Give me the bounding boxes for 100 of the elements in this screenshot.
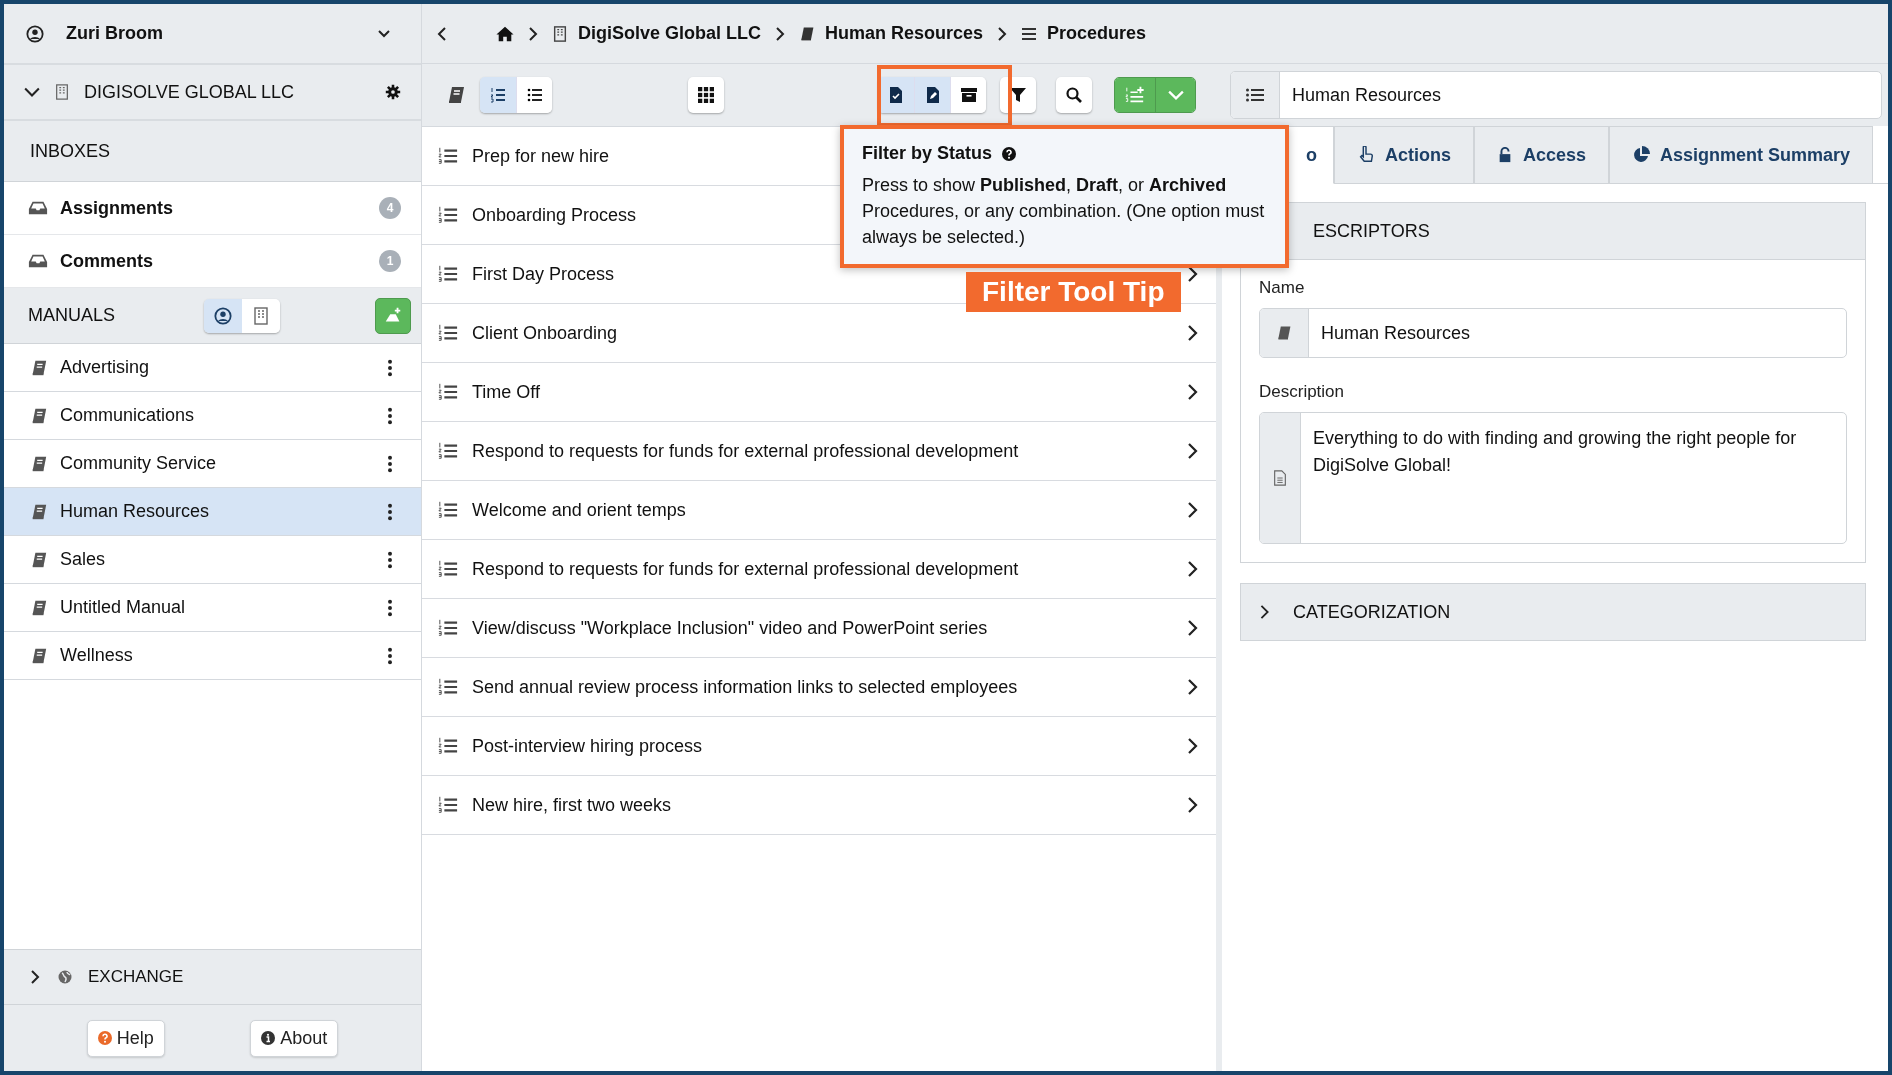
more-icon[interactable] xyxy=(387,406,393,425)
section-title: ESCRIPTORS xyxy=(1313,220,1430,242)
globe-icon xyxy=(58,970,72,984)
help-button[interactable]: Help xyxy=(86,1019,165,1057)
manual-name: Sales xyxy=(60,549,106,570)
manual-name: Community Service xyxy=(60,453,217,474)
exchange-section[interactable]: EXCHANGE xyxy=(4,949,421,1005)
user-icon xyxy=(214,306,233,325)
count-badge: 4 xyxy=(379,197,401,219)
numbered-list-icon xyxy=(438,146,458,166)
title-field[interactable]: Human Resources xyxy=(1230,71,1882,119)
manual-item[interactable]: Untitled Manual xyxy=(4,584,421,632)
manual-item[interactable]: Wellness xyxy=(4,632,421,680)
categorization-section[interactable]: CATEGORIZATION xyxy=(1240,583,1866,641)
add-list-icon xyxy=(1125,85,1145,105)
grid-button[interactable] xyxy=(688,77,724,113)
book-icon xyxy=(30,454,48,473)
numbered-list-icon xyxy=(438,736,458,756)
manual-name: Untitled Manual xyxy=(60,597,186,618)
manual-item[interactable]: Communications xyxy=(4,392,421,440)
description-field[interactable]: Everything to do with finding and growing the right people for DigiSolve Global! xyxy=(1259,412,1847,544)
user-name: Zuri Broom xyxy=(66,23,163,44)
user-icon xyxy=(26,24,44,43)
section-title: INBOXES xyxy=(30,140,111,162)
more-icon[interactable] xyxy=(387,646,393,665)
personal-scope-button[interactable] xyxy=(204,298,243,333)
breadcrumb-link[interactable]: Human Resources xyxy=(799,23,984,44)
manual-item[interactable]: Sales xyxy=(4,536,421,584)
separator-icon xyxy=(773,26,787,41)
home-icon[interactable] xyxy=(496,24,514,43)
section-title: MANUALS xyxy=(28,305,116,326)
manual-name: Human Resources xyxy=(60,501,210,522)
numbered-list-icon xyxy=(438,795,458,815)
field-label: Name xyxy=(1259,278,1306,298)
list-icon xyxy=(1021,25,1038,42)
bullet-list-icon xyxy=(526,87,543,103)
add-manual-button[interactable] xyxy=(375,297,411,334)
more-icon[interactable] xyxy=(387,598,393,617)
book-icon xyxy=(1276,325,1292,341)
book-icon xyxy=(799,25,815,42)
edit-document-icon xyxy=(924,87,941,103)
dropdown-button[interactable] xyxy=(1155,78,1195,112)
manual-item[interactable]: Human Resources xyxy=(4,488,421,536)
numbered-list-icon xyxy=(490,87,506,103)
settings-icon[interactable] xyxy=(385,84,401,100)
tooltip-title: Filter by Status xyxy=(862,143,993,164)
numbered-list-icon xyxy=(438,618,458,638)
user-header[interactable]: Zuri Broom xyxy=(4,4,421,65)
more-icon[interactable] xyxy=(387,358,393,377)
grid-icon xyxy=(698,87,714,103)
manual-name: Advertising xyxy=(60,357,150,378)
org-header[interactable]: DIGISOLVE GLOBAL LLC xyxy=(4,65,421,121)
help-icon xyxy=(1002,146,1017,161)
numbered-list-icon xyxy=(438,205,458,225)
org-name: DIGISOLVE GLOBAL LLC xyxy=(84,81,295,103)
building-icon xyxy=(552,25,568,42)
breadcrumb-link[interactable]: Procedures xyxy=(1021,23,1147,44)
book-icon xyxy=(30,646,48,665)
pie-chart-icon xyxy=(1632,146,1651,164)
manual-name: Communications xyxy=(60,405,195,426)
more-icon[interactable] xyxy=(387,454,393,473)
more-icon[interactable] xyxy=(387,550,393,569)
more-icon[interactable] xyxy=(387,502,393,521)
unlock-icon xyxy=(1497,147,1513,163)
count-badge: 1 xyxy=(379,250,401,272)
numbered-list-icon xyxy=(438,677,458,697)
bullet-list-button[interactable] xyxy=(516,77,552,113)
archive-icon xyxy=(960,87,977,103)
draft-filter-button[interactable] xyxy=(914,77,950,113)
tab[interactable]: Access xyxy=(1474,126,1610,184)
book-icon xyxy=(30,550,48,569)
building-icon xyxy=(252,306,271,325)
info-icon xyxy=(261,1031,276,1045)
breadcrumb-link[interactable]: DigiSolve Global LLC xyxy=(552,23,761,44)
numbered-list-icon xyxy=(438,382,458,402)
document-icon xyxy=(1271,470,1288,486)
help-icon xyxy=(97,1031,112,1045)
search-icon xyxy=(1066,87,1082,103)
tab[interactable]: Actions xyxy=(1334,126,1474,184)
filter-icon xyxy=(1010,87,1026,103)
inbox-item[interactable]: Assignments 4 xyxy=(4,182,421,235)
numbered-list-icon xyxy=(438,323,458,343)
numbered-list-button[interactable] xyxy=(480,77,516,113)
book-icon xyxy=(30,406,48,425)
field-label: Description xyxy=(1259,382,1346,402)
about-button[interactable]: About xyxy=(250,1019,339,1057)
search-button[interactable] xyxy=(1056,77,1092,113)
building-icon xyxy=(54,84,70,100)
numbered-list-icon xyxy=(438,559,458,579)
book-icon[interactable] xyxy=(446,85,466,105)
name-field[interactable]: Human Resources xyxy=(1259,308,1847,358)
numbered-list-icon xyxy=(438,264,458,284)
archived-filter-button[interactable] xyxy=(950,77,986,113)
separator-icon xyxy=(526,26,540,41)
manual-item[interactable]: Advertising xyxy=(4,344,421,392)
tab[interactable]: Assignment Summary xyxy=(1609,126,1874,184)
manual-name: Wellness xyxy=(60,645,133,666)
checked-document-icon xyxy=(888,87,904,103)
list-icon xyxy=(1246,86,1264,104)
numbered-list-icon xyxy=(438,441,458,461)
